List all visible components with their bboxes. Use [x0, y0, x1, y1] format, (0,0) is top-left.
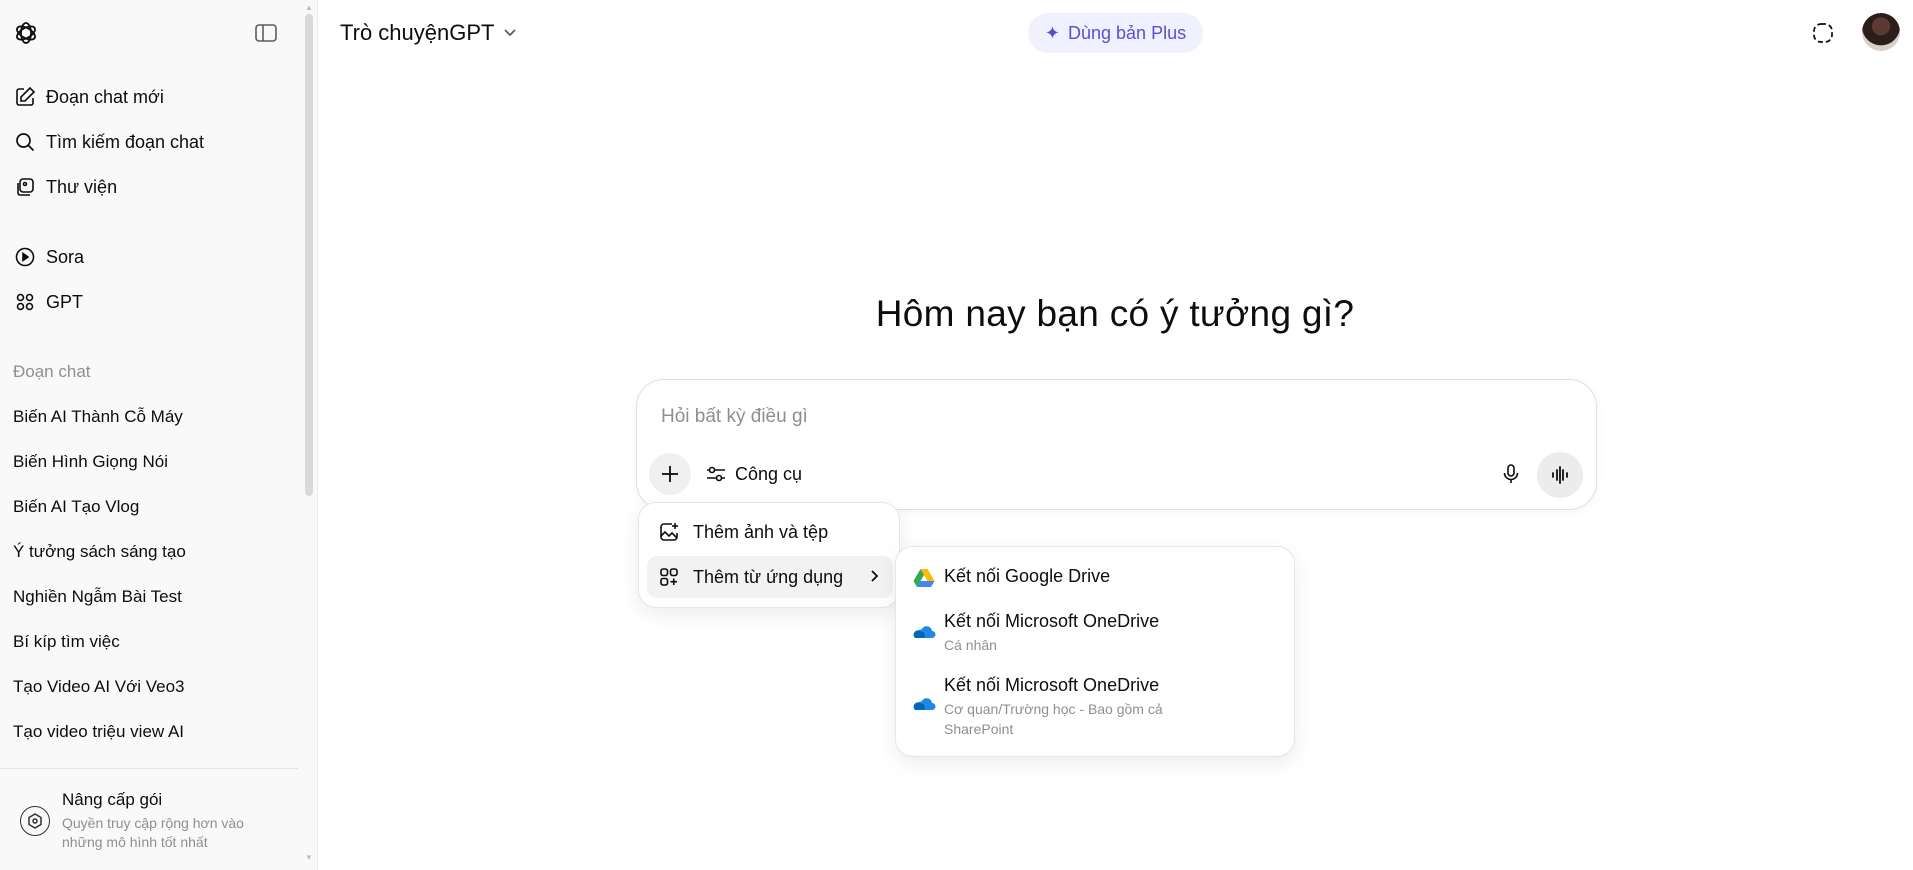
model-selector[interactable]: Trò chuyệnGPT	[340, 18, 518, 48]
sidebar-item-library[interactable]: Thư viện	[12, 169, 292, 205]
sidebar-divider	[0, 768, 298, 769]
scrollbar-thumb[interactable]	[305, 14, 313, 496]
connect-onedrive-work[interactable]: Kết nối Microsoft OneDrive Cơ quan/Trườn…	[912, 675, 1282, 741]
microphone-icon	[1503, 464, 1519, 483]
sidebar-item-new-chat[interactable]: Đoạn chat mới	[12, 79, 292, 115]
menu-item-label: Kết nối Google Drive	[944, 566, 1111, 586]
user-avatar[interactable]	[1862, 13, 1900, 51]
tools-button[interactable]: Công cụ	[705, 458, 802, 490]
upgrade-subtitle: Quyền truy cập rộng hơn vào những mô hìn…	[62, 815, 244, 850]
google-drive-icon	[912, 566, 936, 590]
temporary-chat-icon[interactable]	[1810, 20, 1836, 46]
menu-item-label: Thêm từ ứng dụng	[693, 566, 844, 587]
apps-submenu: Kết nối Google Drive Kết nối Microsoft O…	[895, 546, 1295, 757]
plus-button-label: Dùng bản Plus	[1068, 22, 1187, 43]
sidebar: Đoạn chat mới Tìm kiếm đoạn chat Thư việ…	[0, 0, 318, 870]
voice-mode-button[interactable]	[1537, 452, 1583, 498]
attach-menu: Thêm ảnh và tệp Thêm từ ứng dụng	[638, 502, 900, 608]
chat-history-item[interactable]: Biến Hình Giọng Nói	[13, 452, 168, 472]
sidebar-item-search-chats[interactable]: Tìm kiếm đoạn chat	[12, 124, 292, 160]
library-icon	[12, 174, 38, 200]
openai-logo-icon[interactable]	[12, 19, 40, 47]
chevron-right-icon	[865, 567, 883, 590]
menu-item-add-photos-files[interactable]: Thêm ảnh và tệp	[647, 511, 893, 553]
connect-onedrive-personal[interactable]: Kết nối Microsoft OneDrive Cá nhân	[912, 611, 1282, 657]
sidebar-item-sora[interactable]: Sora	[12, 239, 292, 275]
sidebar-item-label: Tìm kiếm đoạn chat	[46, 131, 205, 152]
chat-composer: Công cụ	[636, 379, 1597, 510]
voice-wave-icon	[1552, 466, 1568, 484]
edit-icon	[12, 84, 38, 110]
chevron-down-icon	[502, 20, 518, 46]
menu-item-label: Thêm ảnh và tệp	[693, 521, 829, 542]
upgrade-plus-button[interactable]: ✦ Dùng bản Plus	[1028, 13, 1203, 53]
chats-section-label: Đoạn chat	[13, 362, 91, 381]
prompt-input[interactable]	[661, 406, 1461, 428]
search-icon	[12, 129, 38, 155]
toggle-sidebar-icon[interactable]	[253, 20, 279, 46]
onedrive-icon	[912, 620, 936, 644]
chat-history-item[interactable]: Tạo video triệu view AI	[13, 722, 184, 742]
dictate-button[interactable]	[1493, 456, 1529, 492]
chat-history-item[interactable]: Tạo Video AI Với Veo3	[13, 677, 185, 697]
sliders-icon	[705, 463, 727, 485]
page-headline: Hôm nay bạn có ý tưởng gì?	[875, 293, 1355, 334]
upgrade-plan-button[interactable]: Nâng cấp gói Quyền truy cập rộng hơn vào…	[14, 788, 304, 854]
menu-item-label: Kết nối Microsoft OneDrive	[944, 611, 1160, 631]
upgrade-title: Nâng cấp gói	[62, 790, 163, 809]
model-name: Trò chuyệnGPT	[340, 20, 495, 45]
chat-history-item[interactable]: Nghiền Ngẫm Bài Test	[13, 587, 182, 607]
chat-history-item[interactable]: Biến AI Thành Cỗ Máy	[13, 407, 183, 427]
sidebar-header	[0, 0, 318, 66]
sidebar-item-label: Sora	[46, 246, 85, 267]
sparkle-icon: ✦	[1044, 22, 1060, 43]
chat-history-item[interactable]: Biến AI Tạo Vlog	[13, 497, 139, 517]
apps-icon	[657, 565, 681, 589]
sidebar-item-label: Thư viện	[46, 176, 118, 197]
upgrade-icon	[20, 806, 50, 836]
play-icon	[12, 244, 38, 270]
sidebar-scrollbar[interactable]: ▲ ▼	[303, 0, 315, 870]
sidebar-item-label: Đoạn chat mới	[46, 86, 164, 107]
plus-icon	[662, 466, 678, 482]
scroll-down-icon[interactable]: ▼	[305, 853, 313, 862]
attach-button[interactable]	[649, 453, 691, 495]
menu-item-label: Kết nối Microsoft OneDrive	[944, 675, 1160, 695]
scroll-up-icon[interactable]: ▲	[305, 3, 313, 12]
chat-history-item[interactable]: Bí kíp tìm việc	[13, 632, 120, 652]
onedrive-icon	[912, 692, 936, 716]
image-file-icon	[657, 520, 681, 544]
tools-label: Công cụ	[735, 463, 803, 484]
chat-history-item[interactable]: Ý tưởng sách sáng tạo	[13, 542, 186, 562]
connect-google-drive[interactable]: Kết nối Google Drive	[912, 566, 1282, 596]
menu-item-subtitle: Cá nhân	[944, 637, 997, 653]
menu-item-subtitle: Cơ quan/Trường học - Bao gồm cả SharePoi…	[944, 701, 1163, 737]
menu-item-add-from-apps[interactable]: Thêm từ ứng dụng	[647, 556, 893, 598]
